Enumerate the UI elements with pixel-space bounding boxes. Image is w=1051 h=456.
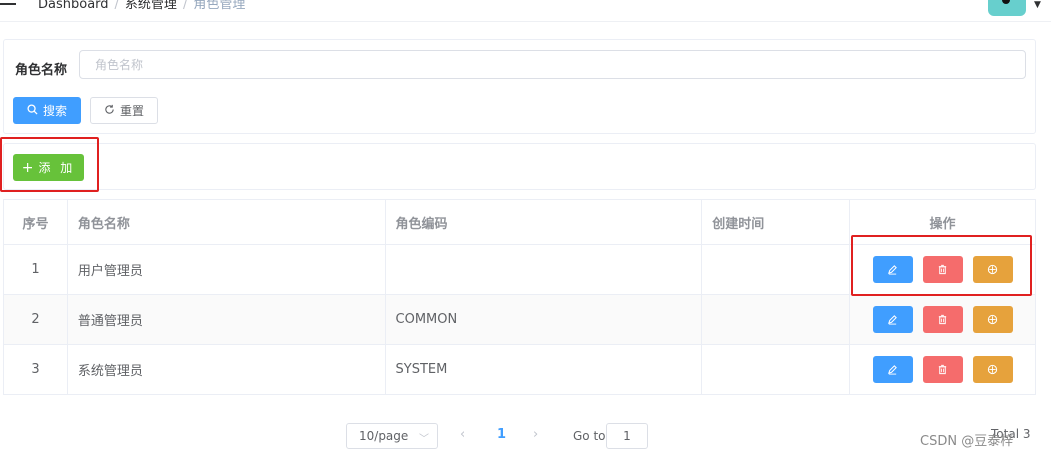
plus-icon: + [21, 159, 34, 176]
row-index: 3 [3, 344, 68, 395]
permission-button[interactable] [972, 306, 1013, 333]
column-header-code: 角色编码 [385, 199, 703, 245]
page-number-1[interactable]: 1 [497, 427, 506, 442]
watermark: CSDN @豆泰梓 [920, 434, 1014, 449]
table-row: 3 系统管理员 SYSTEM [3, 344, 1036, 395]
page-size-select[interactable]: 10/page ﹀ [346, 423, 438, 449]
breadcrumb-item-dashboard[interactable]: Dashboard [38, 0, 109, 12]
breadcrumb-item-current: 角色管理 [193, 0, 246, 12]
trash-icon [938, 314, 947, 325]
permission-button[interactable] [972, 256, 1013, 283]
row-role-code [385, 244, 703, 295]
add-button[interactable]: + 添 加 [13, 154, 84, 181]
table-header-row: 序号 角色名称 角色编码 创建时间 操作 [3, 199, 1036, 245]
table-row: 2 普通管理员 COMMON [3, 294, 1036, 345]
row-index: 2 [3, 294, 68, 345]
role-table: 序号 角色名称 角色编码 创建时间 操作 1 用户管理员 2 普通管理员 COM… [3, 199, 1036, 395]
top-navbar: Dashboard / 系统管理 / 角色管理 ▼ [0, 0, 1051, 22]
next-page-icon[interactable]: › [533, 427, 538, 442]
permission-button[interactable] [972, 356, 1013, 383]
trash-icon [938, 264, 947, 275]
target-icon [987, 314, 998, 325]
hamburger-icon[interactable] [0, 0, 16, 7]
chevron-down-icon: ﹀ [419, 434, 429, 445]
toolbar-panel: + 添 加 [3, 143, 1036, 190]
goto-page-input[interactable]: 1 [606, 423, 648, 449]
row-role-code: SYSTEM [385, 344, 703, 395]
table-row: 1 用户管理员 [3, 244, 1036, 295]
breadcrumb: Dashboard / 系统管理 / 角色管理 [38, 0, 245, 12]
breadcrumb-item-system[interactable]: 系统管理 [125, 0, 177, 12]
row-role-code: COMMON [385, 294, 703, 345]
row-role-name: 普通管理员 [67, 294, 386, 345]
row-created [701, 294, 851, 345]
row-created [701, 344, 851, 395]
column-header-created: 创建时间 [701, 199, 851, 245]
edit-button[interactable] [872, 306, 913, 333]
row-index: 1 [3, 244, 68, 295]
page-size-value: 10/page [359, 429, 409, 443]
search-panel: 角色名称 搜索 重置 [3, 39, 1036, 134]
search-icon [27, 104, 38, 117]
column-header-index: 序号 [3, 199, 68, 245]
row-created [701, 244, 851, 295]
row-actions [849, 294, 1036, 345]
target-icon [987, 264, 998, 275]
role-name-label: 角色名称 [15, 63, 68, 78]
column-header-actions: 操作 [849, 199, 1036, 245]
reset-button[interactable]: 重置 [90, 97, 158, 124]
add-button-label: 添 加 [38, 161, 76, 175]
edit-icon [888, 315, 897, 325]
search-button-label: 搜索 [42, 104, 67, 118]
search-button[interactable]: 搜索 [13, 97, 81, 124]
avatar[interactable] [988, 0, 1026, 16]
role-name-input[interactable] [79, 50, 1026, 79]
delete-button[interactable] [922, 306, 963, 333]
edit-icon [888, 265, 897, 275]
avatar-image-icon [1002, 0, 1010, 4]
caret-down-icon[interactable]: ▼ [1034, 0, 1041, 10]
refresh-icon [104, 104, 115, 117]
goto-label: Go to [573, 429, 606, 443]
prev-page-icon[interactable]: ‹ [460, 427, 465, 442]
row-actions [849, 344, 1036, 395]
trash-icon [938, 364, 947, 375]
breadcrumb-separator: / [114, 0, 119, 12]
delete-button[interactable] [922, 256, 963, 283]
column-header-name: 角色名称 [67, 199, 386, 245]
row-role-name: 用户管理员 [67, 244, 386, 295]
reset-button-label: 重置 [119, 104, 144, 118]
delete-button[interactable] [922, 356, 963, 383]
row-actions [849, 244, 1036, 295]
edit-button[interactable] [872, 256, 913, 283]
edit-button[interactable] [872, 356, 913, 383]
row-role-name: 系统管理员 [67, 344, 386, 395]
target-icon [987, 364, 998, 375]
breadcrumb-separator: / [182, 0, 188, 12]
edit-icon [888, 365, 897, 375]
